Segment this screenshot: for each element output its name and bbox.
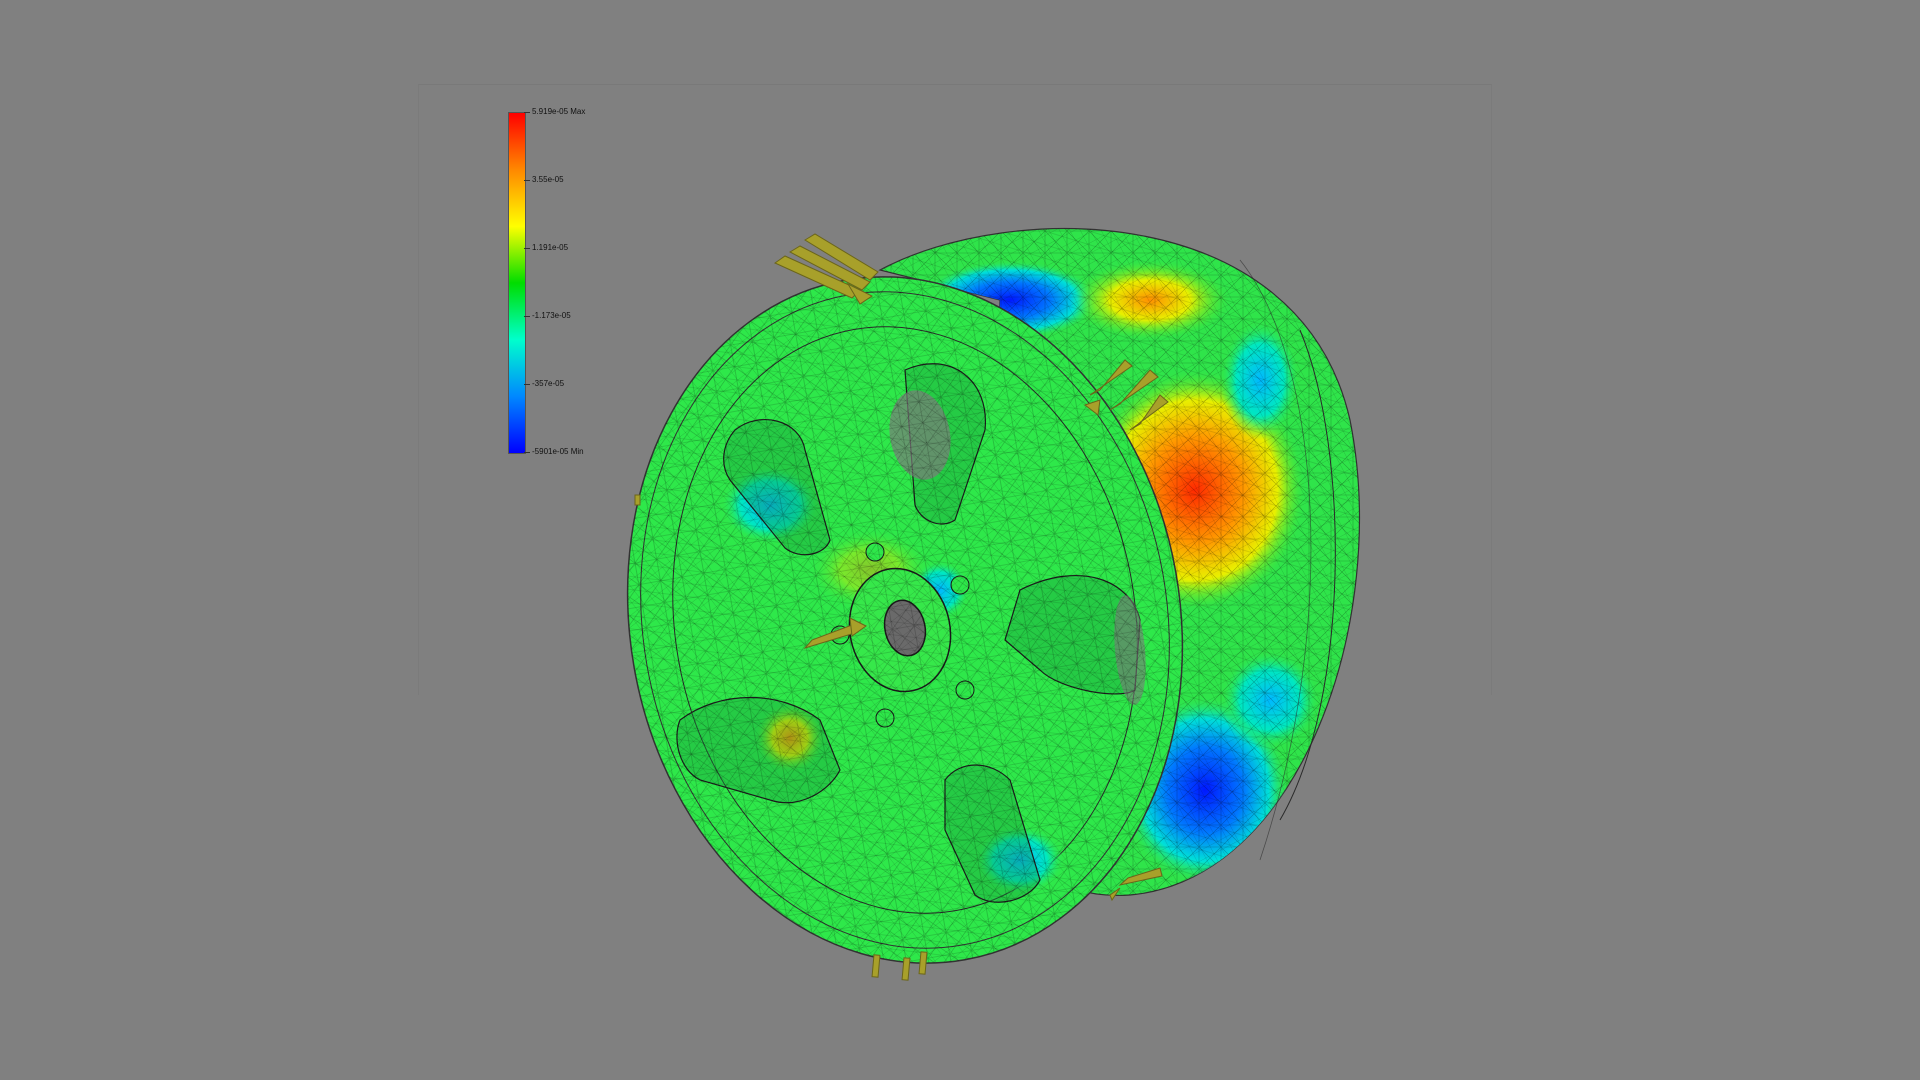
legend-tick: [524, 112, 530, 113]
graphics-viewport[interactable]: 5.919e-05 Max 3.55e-05 1.191e-05 -1.173e-05…: [0, 0, 1920, 1080]
color-legend: 5.919e-05 Max 3.55e-05 1.191e-05 -1.173e-05…: [506, 107, 626, 460]
load-arrow-left: [634, 494, 641, 506]
wheel-model[interactable]: [0, 0, 1920, 1080]
legend-label: 5.919e-05 Max: [532, 107, 586, 116]
legend-tick: [524, 384, 530, 385]
legend-label: 1.191e-05: [532, 243, 569, 252]
legend-tick: [524, 452, 530, 453]
legend-tick: [524, 180, 530, 181]
legend-label: -5901e-05 Min: [532, 447, 584, 456]
legend-tick: [524, 316, 530, 317]
legend-label: -1.173e-05: [532, 311, 571, 320]
legend-color-bar: [508, 112, 526, 454]
legend-label: 3.55e-05: [532, 175, 564, 184]
legend-tick: [524, 248, 530, 249]
legend-label: -357e-05: [532, 379, 565, 388]
